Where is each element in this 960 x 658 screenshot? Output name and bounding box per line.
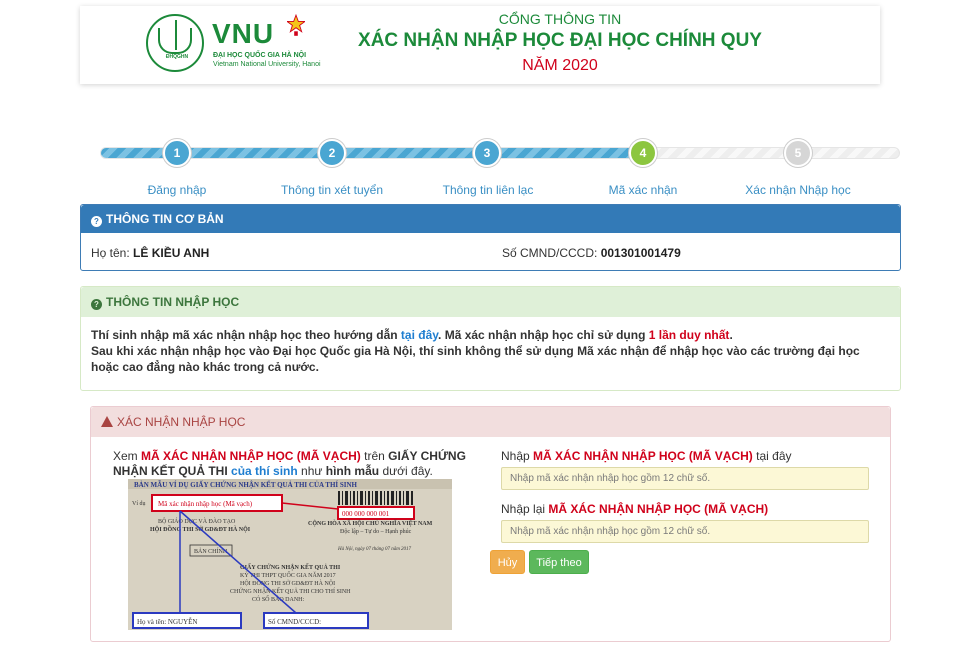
step-4-label[interactable]: Mã xác nhận [573,183,713,197]
vnu-seal-logo: ĐHQGHN [146,14,204,72]
sample-left1: BỘ GIÁO DỤC VÀ ĐÀO TẠO [158,517,236,525]
basic-info-heading-text: THÔNG TIN CƠ BẢN [106,212,224,226]
text: . Mã xác nhận nhập học chỉ sử dụng [438,328,649,342]
portal-label: CỔNG THÔNG TIN [498,11,622,27]
step-5-circle[interactable]: 5 [784,139,812,167]
step-4-circle[interactable]: 4 [629,139,657,167]
text: Thí sinh nhập mã xác nhận nhập học theo … [91,328,401,342]
enroll-info-line1: Thí sinh nhập mã xác nhận nhập học theo … [91,327,890,343]
warning-icon [101,416,113,427]
question-circle-icon: ? [91,216,102,227]
sample-right2: Độc lập – Tự do – Hạnh phúc [340,529,412,535]
text: Nhập [501,449,534,463]
seal-text: ĐHQGHN [165,54,189,60]
text: trên [360,449,389,463]
confirm-panel: XÁC NHẬN NHẬP HỌC Xem MÃ XÁC NHẬN NHẬP H… [90,406,891,642]
sample-cert3: HỘI ĐỒNG THI SỞ GD&ĐT HÀ NỘI [240,579,335,587]
enroll-info-line2: Sau khi xác nhận nhập học vào Đại học Qu… [91,344,860,374]
step-1-label[interactable]: Đăng nhập [107,183,247,197]
text: Xem [113,449,142,463]
sample-code-value: 000 000 000 001 [342,510,390,518]
step-3-circle[interactable]: 3 [473,139,501,167]
text: . [729,328,733,342]
logo-subtitle-vn: ĐẠI HỌC QUỐC GIA HÀ NỘI [213,52,307,59]
step-2-circle[interactable]: 2 [318,139,346,167]
basic-info-panel: ? THÔNG TIN CƠ BẢN Họ tên: LÊ KIỀU ANH Số… [80,204,901,271]
sample-header: BẢN MẪU VÍ DỤ GIẤY CHỨNG NHẬN KẾT QUẢ TH… [134,481,358,489]
code-confirm-field-label: Nhập lại MÃ XÁC NHẬN NHẬP HỌC (MÃ VẠCH) [501,502,768,516]
name-label: Họ tên: [91,246,130,260]
name-value: LÊ KIỀU ANH [133,246,210,260]
enroll-info-body: Thí sinh nhập mã xác nhận nhập học theo … [81,317,900,385]
code-confirm-field-label-red: MÃ XÁC NHẬN NHẬP HỌC (MÃ VẠCH) [548,502,769,516]
enroll-info-panel: ? THÔNG TIN NHẬP HỌC Thí sinh nhập mã xác… [80,286,901,391]
barcode-code-confirm-input[interactable] [501,520,869,543]
step-5-label[interactable]: Xác nhận Nhập học [728,183,868,197]
basic-info-heading: ? THÔNG TIN CƠ BẢN [81,205,900,233]
once-only-text: 1 lần duy nhất [648,328,730,342]
step-1-circle[interactable]: 1 [163,139,191,167]
sample-right1: CỘNG HÒA XÃ HỘI CHỦ NGHĨA VIỆT NAM [308,519,433,527]
vi-du: Ví dụ [132,501,146,507]
star-icon [287,14,305,36]
text: như [297,464,326,478]
sample-certificate-drawing: BẢN MẪU VÍ DỤ GIẤY CHỨNG NHẬN KẾT QUẢ TH… [128,479,452,630]
vnu-logo-text: VNU [212,18,275,49]
sample-code-label: Mã xác nhận nhập học (Mã vạch) [158,500,253,508]
logo-subtitle-en: Vietnam National University, Hanoi [213,61,321,68]
sample-cert4: CHỨNG NHẬN KẾT QUẢ THI CHO THÍ SINH [230,587,351,595]
sample-name-box: Họ và tên: NGUYỄN [137,618,197,626]
barcode-code-label: MÃ XÁC NHẬN NHẬP HỌC (MÃ VẠCH) [141,449,361,463]
page-title: XÁC NHẬN NHẬP HỌC ĐẠI HỌC CHÍNH QUY [358,30,762,51]
student-id-row: Số CMND/CCCD: 001301001479 [502,246,681,260]
student-name-row: Họ tên: LÊ KIỀU ANH [91,246,209,260]
code-field-label-red: MÃ XÁC NHẬN NHẬP HỌC (MÃ VẠCH) [533,449,753,463]
question-circle-icon: ? [91,299,102,310]
confirm-heading-text: XÁC NHẬN NHẬP HỌC [117,415,246,429]
sample-certificate-image: BẢN MẪU VÍ DỤ GIẤY CHỨNG NHẬN KẾT QUẢ TH… [128,479,452,630]
sample-word: hình mẫu [325,464,380,478]
sample-date: Hà Nội, ngày 07 tháng 07 năm 2017 [337,547,412,552]
step-2-label[interactable]: Thông tin xét tuyển [262,183,402,197]
enroll-info-heading-text: THÔNG TIN NHẬP HỌC [106,295,240,309]
page-header: ĐHQGHN VNU ĐẠI HỌC QUỐC GIA HÀ NỘI Vietn… [80,6,880,84]
id-label: Số CMND/CCCD: [502,246,598,260]
page-year: NĂM 2020 [522,57,598,74]
guide-link[interactable]: tại đây [401,328,438,342]
next-button[interactable]: Tiếp theo [529,550,589,574]
text: tại đây [752,449,792,463]
cancel-button[interactable]: Hủy [490,550,525,574]
of-candidate-text: của thí sinh [231,464,298,478]
text: Nhập lại [501,502,549,516]
confirm-heading: XÁC NHẬN NHẬP HỌC [91,407,890,437]
sample-id-box: Số CMND/CCCD: [268,618,321,626]
sample-cert1: GIẤY CHỨNG NHẬN KẾT QUẢ THI [240,563,341,571]
id-value: 001301001479 [600,246,681,260]
sample-cert2: KỲ THI THPT QUỐC GIA NĂM 2017 [240,571,336,579]
enroll-info-heading: ? THÔNG TIN NHẬP HỌC [81,287,900,317]
step-3-label[interactable]: Thông tin liên lạc [418,183,558,197]
text: dưới đây. [379,464,433,478]
sample-cert5: CÓ SỐ BÁO DANH: [252,595,305,603]
barcode-code-input[interactable] [501,467,869,490]
sample-instructions: Xem MÃ XÁC NHẬN NHẬP HỌC (MÃ VẠCH) trên … [113,449,489,479]
code-field-label: Nhập MÃ XÁC NHẬN NHẬP HỌC (MÃ VẠCH) tại … [501,449,792,463]
